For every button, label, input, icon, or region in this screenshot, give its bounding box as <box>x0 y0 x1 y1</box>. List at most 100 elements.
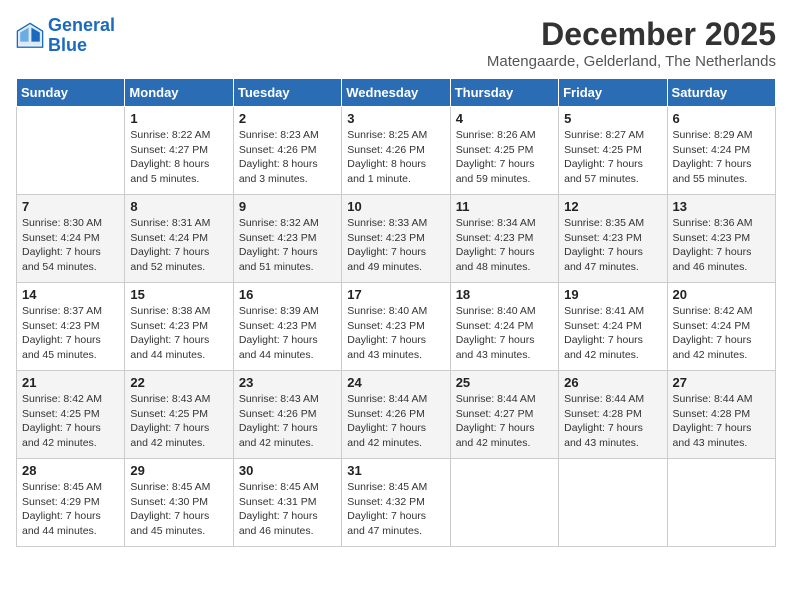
logo-icon <box>16 22 44 50</box>
cell-info: Sunrise: 8:45 AMSunset: 4:32 PMDaylight:… <box>347 480 444 539</box>
day-number: 25 <box>456 375 553 390</box>
calendar-cell: 21 Sunrise: 8:42 AMSunset: 4:25 PMDayligh… <box>17 371 125 459</box>
weekday-header-saturday: Saturday <box>667 79 775 107</box>
month-year: December 2025 <box>487 16 776 53</box>
weekday-header-thursday: Thursday <box>450 79 558 107</box>
logo-line2: Blue <box>48 35 87 55</box>
cell-info: Sunrise: 8:38 AMSunset: 4:23 PMDaylight:… <box>130 304 227 363</box>
cell-info: Sunrise: 8:26 AMSunset: 4:25 PMDaylight:… <box>456 128 553 187</box>
calendar-week-5: 28Sunrise: 8:45 AMSunset: 4:29 PMDayligh… <box>17 459 776 547</box>
day-number: 31 <box>347 463 444 478</box>
calendar-cell: 24 Sunrise: 8:44 AMSunset: 4:26 PMDayligh… <box>342 371 450 459</box>
cell-info: Sunrise: 8:42 AMSunset: 4:24 PMDaylight:… <box>673 304 770 363</box>
day-number: 2 <box>239 111 336 126</box>
day-number: 8 <box>130 199 227 214</box>
calendar-cell: 14 Sunrise: 8:37 AMSunset: 4:23 PMDayligh… <box>17 283 125 371</box>
day-number: 12 <box>564 199 661 214</box>
calendar-cell: 4 Sunrise: 8:26 AMSunset: 4:25 PMDaylight… <box>450 107 558 195</box>
weekday-header-tuesday: Tuesday <box>233 79 341 107</box>
calendar-cell: 1Sunrise: 8:22 AMSunset: 4:27 PMDaylight… <box>125 107 233 195</box>
day-number: 30 <box>239 463 336 478</box>
calendar-cell: 22 Sunrise: 8:43 AMSunset: 4:25 PMDayligh… <box>125 371 233 459</box>
weekday-header-wednesday: Wednesday <box>342 79 450 107</box>
calendar-week-1: 1Sunrise: 8:22 AMSunset: 4:27 PMDaylight… <box>17 107 776 195</box>
day-number: 6 <box>673 111 770 126</box>
cell-info: Sunrise: 8:30 AMSunset: 4:24 PMDaylight:… <box>22 216 119 275</box>
cell-info: Sunrise: 8:41 AMSunset: 4:24 PMDaylight:… <box>564 304 661 363</box>
calendar-cell: 29Sunrise: 8:45 AMSunset: 4:30 PMDayligh… <box>125 459 233 547</box>
cell-info: Sunrise: 8:45 AMSunset: 4:31 PMDaylight:… <box>239 480 336 539</box>
cell-info: Sunrise: 8:36 AMSunset: 4:23 PMDaylight:… <box>673 216 770 275</box>
calendar-cell: 25 Sunrise: 8:44 AMSunset: 4:27 PMDayligh… <box>450 371 558 459</box>
location: Matengaarde, Gelderland, The Netherlands <box>487 53 776 70</box>
calendar-cell: 3Sunrise: 8:25 AMSunset: 4:26 PMDaylight… <box>342 107 450 195</box>
calendar-cell: 16Sunrise: 8:39 AMSunset: 4:23 PMDayligh… <box>233 283 341 371</box>
day-number: 7 <box>22 199 119 214</box>
cell-info: Sunrise: 8:35 AMSunset: 4:23 PMDaylight:… <box>564 216 661 275</box>
calendar-cell: 27 Sunrise: 8:44 AMSunset: 4:28 PMDayligh… <box>667 371 775 459</box>
calendar-week-2: 7 Sunrise: 8:30 AMSunset: 4:24 PMDaylight… <box>17 195 776 283</box>
calendar-table: SundayMondayTuesdayWednesdayThursdayFrid… <box>16 78 776 547</box>
weekday-header-sunday: Sunday <box>17 79 125 107</box>
weekday-header-row: SundayMondayTuesdayWednesdayThursdayFrid… <box>17 79 776 107</box>
calendar-cell: 20 Sunrise: 8:42 AMSunset: 4:24 PMDayligh… <box>667 283 775 371</box>
page-header: General Blue December 2025 Matengaarde, … <box>16 16 776 70</box>
cell-info: Sunrise: 8:37 AMSunset: 4:23 PMDaylight:… <box>22 304 119 363</box>
cell-info: Sunrise: 8:44 AMSunset: 4:27 PMDaylight:… <box>456 392 553 451</box>
cell-info: Sunrise: 8:31 AMSunset: 4:24 PMDaylight:… <box>130 216 227 275</box>
calendar-cell: 15Sunrise: 8:38 AMSunset: 4:23 PMDayligh… <box>125 283 233 371</box>
calendar-cell <box>667 459 775 547</box>
day-number: 3 <box>347 111 444 126</box>
cell-info: Sunrise: 8:27 AMSunset: 4:25 PMDaylight:… <box>564 128 661 187</box>
calendar-cell <box>450 459 558 547</box>
calendar-cell: 18 Sunrise: 8:40 AMSunset: 4:24 PMDayligh… <box>450 283 558 371</box>
weekday-header-friday: Friday <box>559 79 667 107</box>
calendar-cell: 23Sunrise: 8:43 AMSunset: 4:26 PMDayligh… <box>233 371 341 459</box>
cell-info: Sunrise: 8:44 AMSunset: 4:28 PMDaylight:… <box>673 392 770 451</box>
calendar-cell: 8 Sunrise: 8:31 AMSunset: 4:24 PMDaylight… <box>125 195 233 283</box>
cell-info: Sunrise: 8:43 AMSunset: 4:26 PMDaylight:… <box>239 392 336 451</box>
day-number: 4 <box>456 111 553 126</box>
day-number: 11 <box>456 199 553 214</box>
calendar-cell: 30 Sunrise: 8:45 AMSunset: 4:31 PMDayligh… <box>233 459 341 547</box>
calendar-cell: 10Sunrise: 8:33 AMSunset: 4:23 PMDayligh… <box>342 195 450 283</box>
cell-info: Sunrise: 8:42 AMSunset: 4:25 PMDaylight:… <box>22 392 119 451</box>
calendar-cell: 2Sunrise: 8:23 AMSunset: 4:26 PMDaylight… <box>233 107 341 195</box>
cell-info: Sunrise: 8:40 AMSunset: 4:23 PMDaylight:… <box>347 304 444 363</box>
calendar-cell: 7 Sunrise: 8:30 AMSunset: 4:24 PMDaylight… <box>17 195 125 283</box>
day-number: 9 <box>239 199 336 214</box>
day-number: 13 <box>673 199 770 214</box>
weekday-header-monday: Monday <box>125 79 233 107</box>
day-number: 18 <box>456 287 553 302</box>
cell-info: Sunrise: 8:45 AMSunset: 4:29 PMDaylight:… <box>22 480 119 539</box>
cell-info: Sunrise: 8:40 AMSunset: 4:24 PMDaylight:… <box>456 304 553 363</box>
title-block: December 2025 Matengaarde, Gelderland, T… <box>487 16 776 70</box>
cell-info: Sunrise: 8:43 AMSunset: 4:25 PMDaylight:… <box>130 392 227 451</box>
day-number: 20 <box>673 287 770 302</box>
calendar-cell: 17Sunrise: 8:40 AMSunset: 4:23 PMDayligh… <box>342 283 450 371</box>
day-number: 24 <box>347 375 444 390</box>
day-number: 22 <box>130 375 227 390</box>
calendar-cell: 11 Sunrise: 8:34 AMSunset: 4:23 PMDayligh… <box>450 195 558 283</box>
calendar-cell: 26 Sunrise: 8:44 AMSunset: 4:28 PMDayligh… <box>559 371 667 459</box>
day-number: 27 <box>673 375 770 390</box>
calendar-cell: 13 Sunrise: 8:36 AMSunset: 4:23 PMDayligh… <box>667 195 775 283</box>
calendar-cell: 9 Sunrise: 8:32 AMSunset: 4:23 PMDaylight… <box>233 195 341 283</box>
logo-line1: General <box>48 15 115 35</box>
logo: General Blue <box>16 16 115 56</box>
calendar-cell <box>559 459 667 547</box>
day-number: 26 <box>564 375 661 390</box>
calendar-cell: 5Sunrise: 8:27 AMSunset: 4:25 PMDaylight… <box>559 107 667 195</box>
cell-info: Sunrise: 8:34 AMSunset: 4:23 PMDaylight:… <box>456 216 553 275</box>
cell-info: Sunrise: 8:44 AMSunset: 4:26 PMDaylight:… <box>347 392 444 451</box>
cell-info: Sunrise: 8:32 AMSunset: 4:23 PMDaylight:… <box>239 216 336 275</box>
cell-info: Sunrise: 8:33 AMSunset: 4:23 PMDaylight:… <box>347 216 444 275</box>
cell-info: Sunrise: 8:22 AMSunset: 4:27 PMDaylight:… <box>130 128 227 187</box>
day-number: 21 <box>22 375 119 390</box>
cell-info: Sunrise: 8:45 AMSunset: 4:30 PMDaylight:… <box>130 480 227 539</box>
cell-info: Sunrise: 8:44 AMSunset: 4:28 PMDaylight:… <box>564 392 661 451</box>
calendar-cell <box>17 107 125 195</box>
calendar-cell: 6Sunrise: 8:29 AMSunset: 4:24 PMDaylight… <box>667 107 775 195</box>
day-number: 14 <box>22 287 119 302</box>
cell-info: Sunrise: 8:39 AMSunset: 4:23 PMDaylight:… <box>239 304 336 363</box>
